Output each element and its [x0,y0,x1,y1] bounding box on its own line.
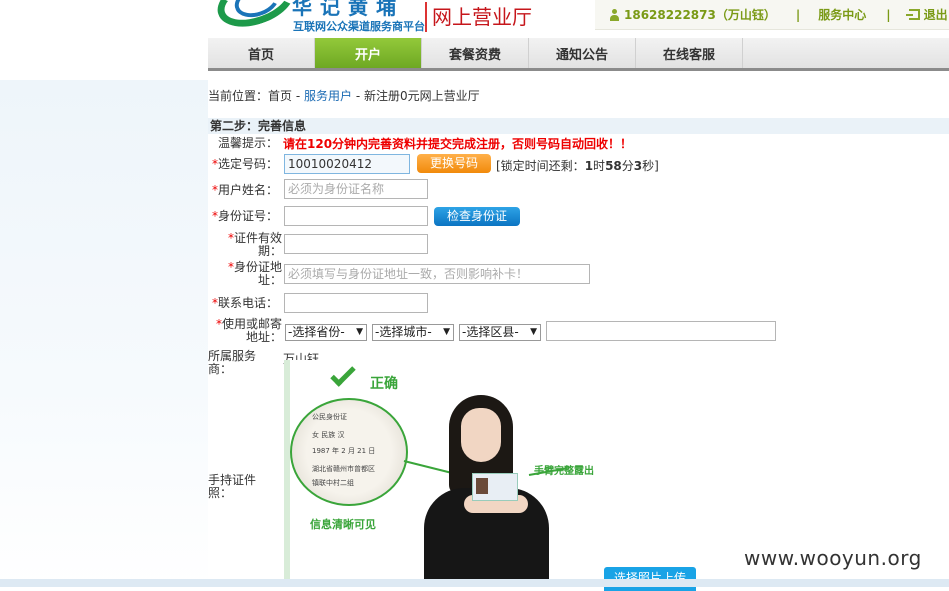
breadcrumb-sep: - [292,89,304,103]
separator: | [886,7,891,22]
provider-label: 所属服务商： [208,349,257,376]
watermark: www.wooyun.org [744,546,922,570]
phone-label: *联系电话： [211,296,278,310]
breadcrumb-home[interactable]: 首页 [268,89,292,103]
id-number-label: *身份证号： [211,209,278,223]
logo[interactable]: 华记黄埔 互联网公众渠道服务商平台 [208,0,428,38]
change-number-button[interactable]: 更换号码 [417,154,491,173]
id-address-input[interactable]: 必须填写与身份证地址一致，否则影响补卡！ [284,264,590,284]
lock-timer: [锁定时间还剩：1时58分3秒] [496,159,659,173]
logo-title: 华记黄埔 [292,0,404,19]
logo-divider [425,2,427,32]
bottom-bar [0,579,949,587]
nav-tab-notices[interactable]: 通知公告 [529,38,636,68]
district-select[interactable]: -选择区县- ▼ [459,324,541,341]
dropdown-arrow-icon: ▼ [356,327,363,337]
breadcrumb: 当前位置：首页 - 服务用户 - 新注册0元网上营业厅 [208,87,480,104]
person-icon [609,8,620,21]
validity-label: *证件有效 期： [227,231,282,258]
id-address-label: *身份证地 址： [227,260,282,287]
photo-label: 手持证件照： [208,473,257,500]
name-input[interactable]: 必须为身份证名称 [284,179,428,199]
checkmark-icon [330,361,356,387]
mail-address-label: *使用或邮寄 地址： [215,317,282,344]
breadcrumb-current: 新注册0元网上营业厅 [363,89,480,103]
dropdown-arrow-icon: ▼ [443,327,450,337]
validity-input[interactable] [284,234,428,254]
province-select[interactable]: -选择省份- ▼ [285,324,367,341]
logo-subtitle: 互联网公众渠道服务商平台 [293,20,425,33]
id-number-input[interactable] [284,206,428,226]
held-id-card [472,473,518,501]
nav-tab-home[interactable]: 首页 [208,38,315,68]
photo-correct-label: 正确 [370,376,398,392]
separator: | [795,7,801,22]
user-bar: 18628222873（万山钰） | 服务中心 | 退出 [595,0,949,30]
page-background [0,80,208,587]
tip-label: 温馨提示： [217,136,278,150]
sample-id-photo: 正确 公民身份证 女 民族 汉 1987 年 2 月 21 日 湖北省赣州市曾都… [284,360,604,587]
number-label: *选定号码： [211,157,278,171]
main-nav: 首页 开户 套餐资费 通知公告 在线客服 [208,38,949,71]
user-account-label: 18628222873（万山钰） [624,8,776,22]
user-account[interactable]: 18628222873（万山钰） [609,6,776,23]
name-label: *用户姓名： [211,183,278,197]
logout-icon [905,9,920,20]
nav-tab-open-account[interactable]: 开户 [315,38,422,68]
photo-frame [284,360,290,587]
nav-tab-plans[interactable]: 套餐资费 [422,38,529,68]
city-select[interactable]: -选择城市- ▼ [372,324,454,341]
photo-arm-label: 手臂完整露出 [534,466,594,477]
site-name: 网上营业厅 [432,5,532,29]
breadcrumb-service-users[interactable]: 服务用户 [304,89,352,103]
id-card-zoom: 公民身份证 女 民族 汉 1987 年 2 月 21 日 湖北省赣州市曾都区 镇… [290,398,408,506]
breadcrumb-sep: - [352,89,364,103]
service-center-link[interactable]: 服务中心 [818,6,866,23]
breadcrumb-prefix: 当前位置： [208,89,269,103]
logout-link[interactable]: 退出 [905,6,948,23]
nav-tab-online-service[interactable]: 在线客服 [636,38,743,68]
step-title: 第二步：完善信息 [208,118,949,134]
dropdown-arrow-icon: ▼ [530,327,537,337]
number-input[interactable]: 10010020412 [284,154,410,174]
tip-warning: 请在120分钟内完善资料并提交完成注册，否则号码自动回收！！ [283,137,633,151]
photo-clear-label: 信息清晰可见 [310,518,376,531]
phone-input[interactable] [284,293,428,313]
detail-address-input[interactable] [546,321,776,341]
header: 华记黄埔 互联网公众渠道服务商平台 网上营业厅 18628222873（万山钰）… [208,0,949,38]
logout-label: 退出 [923,8,948,22]
check-id-button[interactable]: 检查身份证 [434,207,520,226]
